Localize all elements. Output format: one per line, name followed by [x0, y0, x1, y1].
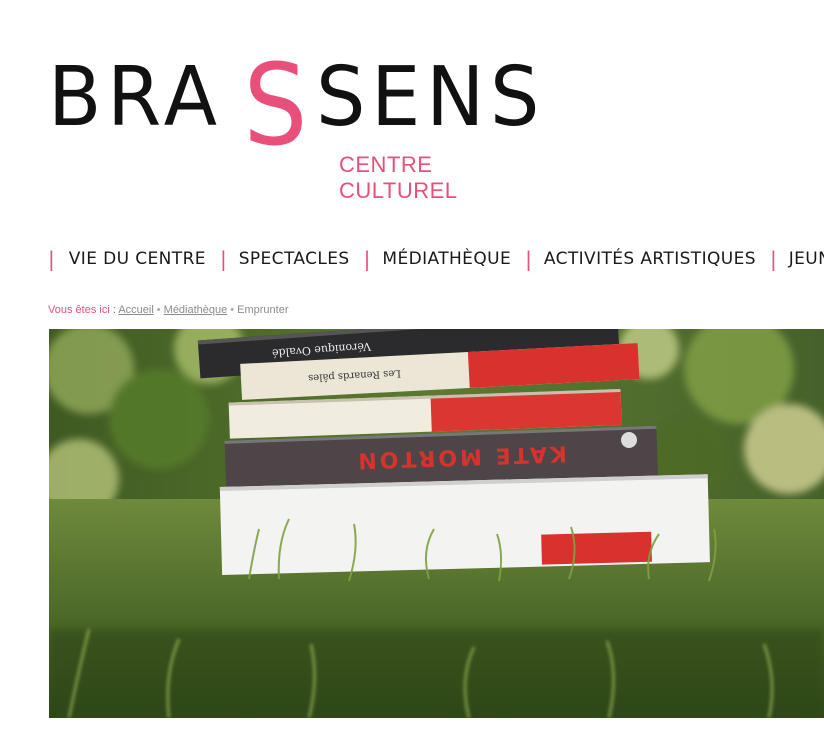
logo-text-part2: SENS: [316, 50, 546, 145]
breadcrumb-lead: Vous êtes ici :: [48, 304, 116, 316]
main-navigation: | VIE DU CENTRE | SPECTACLES | MÉDIATHÈQ…: [48, 247, 824, 271]
nav-separator: |: [219, 247, 227, 271]
breadcrumb-link-mediatheque[interactable]: Médiathèque: [164, 304, 228, 316]
nav-item-spectacles[interactable]: SPECTACLES: [239, 249, 350, 269]
breadcrumb-separator: •: [230, 304, 235, 316]
breadcrumb: Vous êtes ici : Accueil • Médiathèque • Empr…: [48, 304, 288, 316]
nav-item-activites-artistiques[interactable]: ACTIVITÉS ARTISTIQUES: [544, 249, 756, 269]
breadcrumb-link-accueil[interactable]: Accueil: [118, 304, 153, 316]
nav-item-jeunesse[interactable]: JEUNE: [789, 249, 824, 269]
logo-subtitle: CENTRE CULTUREL: [339, 152, 458, 203]
site-logo[interactable]: BRA S SENS CENTRE CULTUREL: [48, 50, 548, 203]
nav-separator: |: [363, 247, 371, 271]
logo-accent-s: S: [243, 41, 308, 171]
breadcrumb-current: Emprunter: [237, 304, 289, 316]
nav-item-mediatheque[interactable]: MÉDIATHÈQUE: [382, 249, 511, 269]
hero-image: Véronique Ovaldé Les Renards pâles KATE …: [49, 329, 824, 718]
nav-item-vie-du-centre[interactable]: VIE DU CENTRE: [69, 249, 206, 269]
nav-separator: |: [769, 247, 777, 271]
nav-separator: |: [525, 247, 532, 271]
logo-text-part1: BRA: [48, 50, 223, 145]
nav-separator: |: [48, 247, 55, 271]
breadcrumb-separator: •: [156, 304, 161, 316]
